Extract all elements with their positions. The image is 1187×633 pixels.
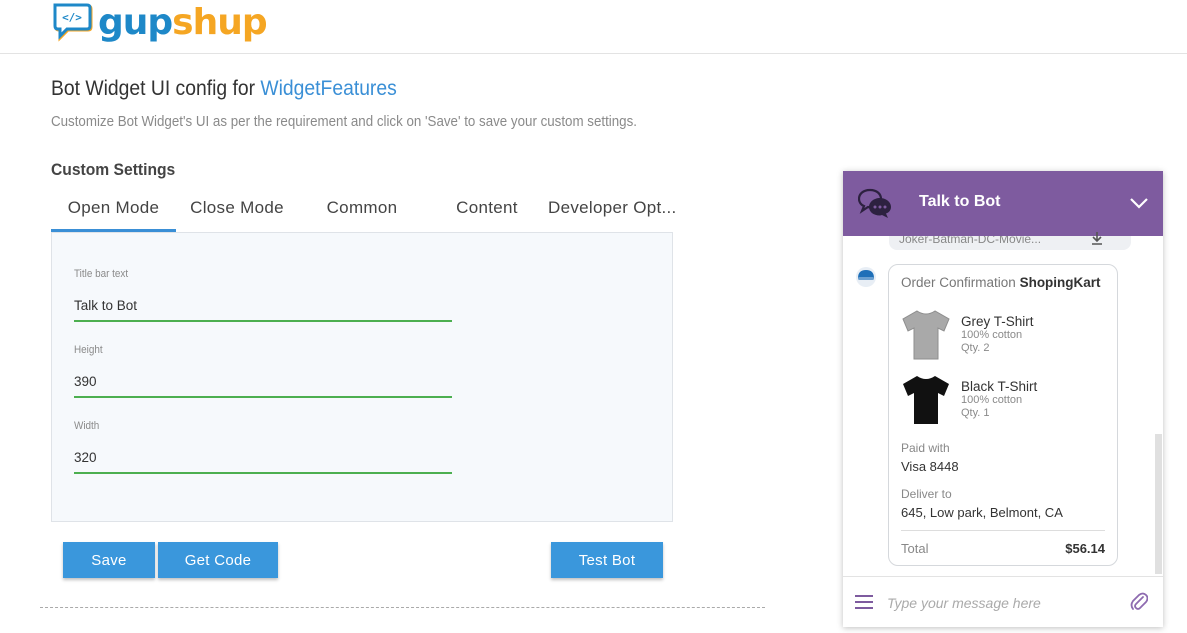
deliver-to-value: 645, Low park, Belmont, CA	[901, 505, 1063, 520]
paid-with-value: Visa 8448	[901, 459, 959, 474]
open-mode-panel: Title bar text Height Width	[51, 232, 673, 522]
height-input[interactable]	[74, 366, 452, 398]
paid-with-label: Paid with	[901, 441, 950, 455]
height-field: Height	[74, 344, 452, 398]
width-label: Width	[74, 420, 100, 432]
width-input[interactable]	[74, 442, 452, 474]
bot-avatar-icon	[855, 266, 877, 288]
chat-bubbles-icon	[857, 187, 892, 221]
custom-settings-heading: Custom Settings	[51, 160, 176, 179]
deliver-to-label: Deliver to	[901, 487, 952, 501]
grey-tshirt-icon	[901, 307, 951, 361]
test-bot-button[interactable]: Test Bot	[551, 542, 663, 578]
order-card-header: Order Confirmation ShopingKart	[901, 275, 1101, 290]
merchant-name: ShopingKart	[1019, 275, 1101, 290]
message-input[interactable]	[885, 589, 1123, 617]
widget-title: Talk to Bot	[919, 193, 1001, 210]
tab-close-mode[interactable]: Close Mode	[176, 186, 298, 230]
order-confirmation-card: Order Confirmation ShopingKart Grey T-Sh…	[888, 264, 1118, 566]
download-icon[interactable]	[1091, 232, 1103, 246]
order-card-title: Order Confirmation	[901, 275, 1016, 290]
save-button[interactable]: Save	[63, 542, 155, 578]
title-bar-text-input[interactable]	[74, 290, 452, 322]
black-tshirt-icon	[901, 372, 951, 426]
logo-code-glyph: </>	[62, 11, 82, 24]
widget-message-area[interactable]: Joker-Batman-DC-Movie... Order Confirmat…	[843, 232, 1163, 576]
settings-tabs: Open Mode Close Mode Common Content Deve…	[51, 186, 676, 232]
widget-scrollbar[interactable]	[1155, 434, 1162, 574]
previous-message-text: Joker-Batman-DC-Movie...	[899, 236, 1042, 246]
total-label: Total	[901, 541, 929, 556]
card-divider	[901, 530, 1105, 531]
logo-wordmark: gupshup	[98, 2, 268, 44]
widget-input-bar	[843, 576, 1163, 627]
page-subtitle: Customize Bot Widget's UI as per the req…	[51, 114, 637, 130]
top-bar: </> gupshup	[0, 0, 1187, 54]
logo-gup: gup	[98, 2, 173, 43]
tab-open-mode[interactable]: Open Mode	[51, 186, 176, 232]
tab-developer-options[interactable]: Developer Opt...	[548, 186, 676, 230]
paperclip-icon[interactable]	[1130, 591, 1149, 613]
item-quantity: Qty. 2	[961, 342, 990, 354]
height-label: Height	[74, 344, 103, 356]
total-value: $56.14	[1065, 541, 1105, 556]
page-title-prefix: Bot Widget UI config for	[51, 77, 261, 100]
widget-header[interactable]: Talk to Bot	[843, 171, 1163, 236]
page-title: Bot Widget UI config for WidgetFeatures	[51, 77, 397, 101]
item-material: 100% cotton	[961, 394, 1023, 406]
width-field: Width	[74, 420, 452, 474]
item-material: 100% cotton	[961, 329, 1023, 341]
dashed-divider	[40, 607, 765, 608]
bot-name-link[interactable]: WidgetFeatures	[260, 77, 396, 100]
item-name: Grey T-Shirt	[961, 314, 1034, 329]
get-code-button[interactable]: Get Code	[158, 542, 278, 578]
chevron-down-icon[interactable]	[1129, 193, 1149, 213]
title-bar-text-field: Title bar text	[74, 268, 452, 322]
item-name: Black T-Shirt	[961, 379, 1038, 394]
chat-widget-preview: Talk to Bot Joker-Batman-DC-Movie... Ord…	[843, 171, 1163, 627]
title-bar-text-label: Title bar text	[74, 268, 129, 280]
chat-bubble-code-icon: </>	[52, 2, 94, 44]
item-quantity: Qty. 1	[961, 407, 990, 419]
tab-content[interactable]: Content	[426, 186, 548, 230]
tab-common[interactable]: Common	[298, 186, 426, 230]
menu-icon[interactable]	[855, 595, 873, 609]
gupshup-logo[interactable]: </> gupshup	[52, 2, 268, 44]
logo-shup: shup	[172, 2, 267, 43]
